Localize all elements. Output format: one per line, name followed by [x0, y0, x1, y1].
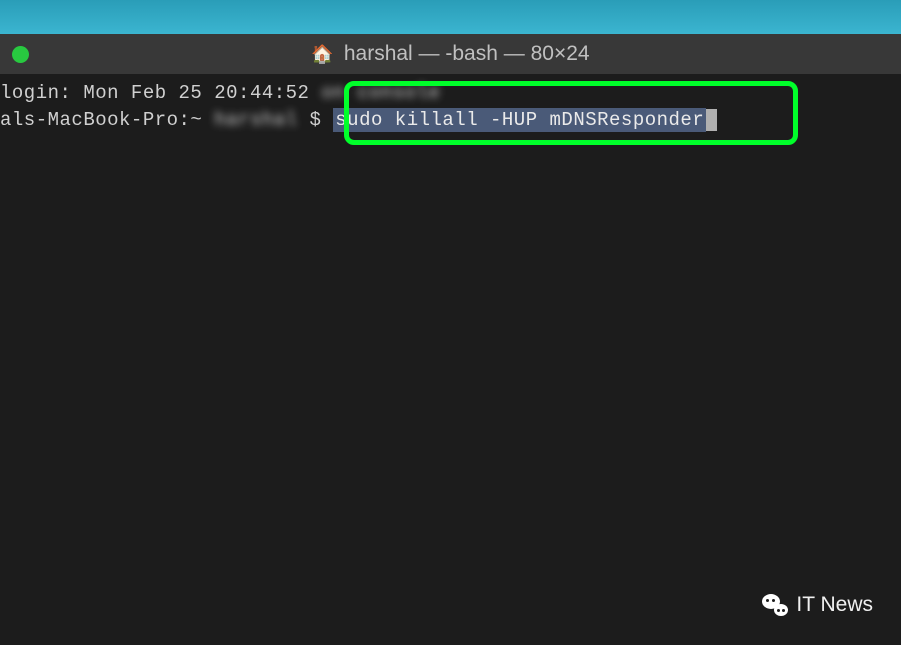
- login-blurred: on console: [321, 82, 440, 104]
- login-text: login: Mon Feb 25 20:44:52: [0, 82, 321, 104]
- watermark-label: IT News: [796, 593, 873, 617]
- prompt-user-blurred: harshal: [214, 109, 297, 131]
- terminal-line-login: login: Mon Feb 25 20:44:52 on console: [0, 80, 901, 107]
- prompt-host: als-MacBook-Pro:~: [0, 109, 214, 131]
- terminal-titlebar[interactable]: 🏠 harshal — -bash — 80×24: [0, 34, 901, 74]
- wechat-icon: [762, 594, 788, 616]
- prompt-dollar: $: [298, 109, 334, 131]
- terminal-cursor: [706, 109, 717, 131]
- desktop-background: [0, 0, 901, 34]
- command-input[interactable]: sudo killall -HUP mDNSResponder: [333, 108, 706, 132]
- watermark: IT News: [762, 593, 873, 617]
- terminal-line-prompt: als-MacBook-Pro:~ harshal $ sudo killall…: [0, 107, 901, 134]
- window-title: 🏠 harshal — -bash — 80×24: [311, 42, 589, 66]
- terminal-body[interactable]: login: Mon Feb 25 20:44:52 on console al…: [0, 74, 901, 645]
- home-icon: 🏠: [311, 44, 333, 65]
- window-title-text: harshal — -bash — 80×24: [344, 42, 590, 66]
- traffic-light-green[interactable]: [12, 46, 29, 63]
